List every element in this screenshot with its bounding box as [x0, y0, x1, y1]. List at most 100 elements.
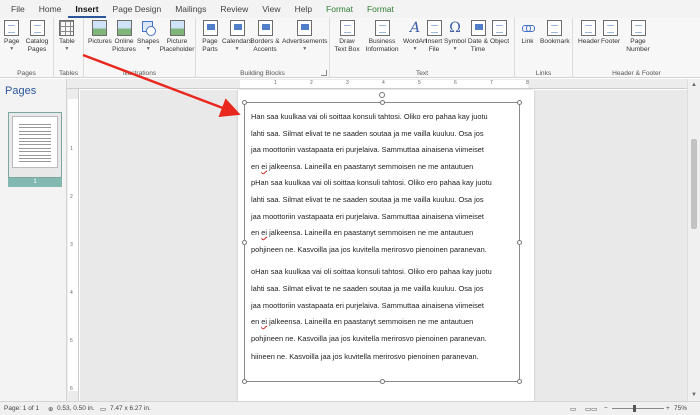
online-pictures-icon [116, 20, 132, 36]
text-line[interactable]: lahti saa. Silmat elivat te ne saaden so… [251, 281, 521, 297]
group-tables-label: Tables [58, 70, 79, 77]
advertisements-button[interactable]: Advertisements ▼ [282, 20, 327, 53]
table-label: Table [59, 38, 75, 45]
zoom-level[interactable]: 75% [674, 405, 687, 412]
shapes-button[interactable]: Shapes ▼ [137, 20, 159, 53]
text-line[interactable]: hiineen ne. Kasvoilla jaa jos kuvitella … [251, 349, 521, 365]
tab-format-8[interactable]: Format [319, 0, 360, 18]
tab-format-9[interactable]: Format [360, 0, 401, 18]
footer-button[interactable]: Footer [601, 20, 620, 46]
picture-placeholder-label: Picture Placeholder [159, 38, 195, 53]
scroll-up-icon[interactable]: ▲ [691, 82, 697, 88]
borders-accents-button[interactable]: Borders & Accents [250, 20, 280, 53]
document-canvas[interactable]: Han saa kuulkaa vai oli soittaa konsuli … [80, 90, 687, 401]
zoom-slider-knob[interactable] [632, 405, 636, 412]
shapes-caret-icon: ▼ [145, 45, 151, 52]
thumbnail-text-line [19, 161, 51, 163]
thumbnail-text-line [19, 130, 51, 132]
symbol-button[interactable]: Ω Symbol ▼ [444, 20, 466, 53]
resize-handle-top-left[interactable] [242, 100, 247, 105]
zoom-slider[interactable] [612, 408, 664, 409]
document-page[interactable]: Han saa kuulkaa vai oli soittaa konsuli … [238, 90, 534, 401]
header-icon [581, 20, 597, 36]
scrollbar-thumb[interactable] [691, 139, 697, 229]
scroll-down-icon[interactable]: ▼ [691, 392, 697, 398]
text-box[interactable]: Han saa kuulkaa vai oli soittaa konsuli … [242, 92, 522, 384]
text-line[interactable]: lahti saa. Silmat elivat te ne saaden so… [251, 192, 521, 208]
building-blocks-launcher-icon[interactable] [321, 70, 327, 76]
picture-placeholder-button[interactable]: Picture Placeholder [160, 20, 194, 53]
page-thumbnail-number: 1 [8, 178, 62, 187]
text-line[interactable]: pohjineen ne. Kasvoilla jaa jos kuvitell… [251, 242, 521, 258]
resize-handle-bottom[interactable] [380, 379, 385, 384]
bookmark-button[interactable]: Bookmark [540, 20, 570, 46]
advertisements-label: Advertisements [282, 38, 328, 45]
rotate-handle[interactable] [379, 92, 385, 98]
zoom-in-icon[interactable]: + [666, 405, 670, 412]
tab-page-design[interactable]: Page Design [106, 0, 169, 18]
tab-help[interactable]: Help [288, 0, 319, 18]
horizontal-ruler[interactable]: 1 2 3 4 5 6 7 8 [67, 79, 687, 89]
thumbnail-text-line [19, 127, 51, 129]
page-parts-button[interactable]: Page Parts [200, 20, 220, 53]
catalog-pages-button[interactable]: Catalog Pages [24, 20, 50, 53]
tab-mailings[interactable]: Mailings [168, 0, 213, 18]
bookmark-label: Bookmark [540, 38, 570, 45]
ruler-number: 6 [70, 386, 73, 392]
date-time-button[interactable]: Date & Time [467, 20, 489, 53]
business-information-button[interactable]: Business Information [363, 20, 401, 53]
text-line[interactable]: Han saa kuulkaa vai oli soittaa konsuli … [251, 109, 521, 125]
page-thumbnail[interactable] [8, 112, 62, 178]
thumbnail-text-line [19, 134, 51, 136]
page-thumbnail-preview [12, 116, 58, 168]
tab-home[interactable]: Home [32, 0, 69, 18]
online-pictures-button[interactable]: Online Pictures [112, 20, 136, 53]
text-line[interactable]: jaa moottoriin vastapaata eri purjelaiva… [251, 209, 521, 225]
calendars-button[interactable]: Calendars ▼ [222, 20, 252, 53]
insert-file-label: Insert File [425, 38, 443, 53]
text-line[interactable]: en ei jalkeensa. Laineilla en paastanyt … [251, 225, 521, 241]
group-tables: Table ▼ Tables [54, 18, 84, 78]
text-line[interactable]: en ei jalkeensa. Laineilla en paastanyt … [251, 159, 521, 175]
text-line[interactable]: jaa moottoriin vastapaata eri purjelaiva… [251, 142, 521, 158]
wordart-caret-icon: ▼ [412, 45, 418, 52]
insert-file-icon [426, 20, 442, 36]
zoom-out-icon[interactable]: − [604, 405, 608, 412]
vertical-scrollbar[interactable]: ▲ ▼ [687, 79, 700, 401]
single-page-view-icon[interactable]: ▭ [570, 405, 576, 413]
catalog-pages-label: Catalog Pages [25, 38, 49, 53]
bookmark-icon [547, 20, 563, 36]
vertical-ruler[interactable]: 1 2 3 4 5 6 [67, 89, 79, 401]
text-line[interactable]: en ei jalkeensa. Laineilla en paastanyt … [251, 314, 521, 330]
tab-file[interactable]: File [4, 0, 32, 18]
text-line[interactable]: lahti saa. Silmat elivat te ne saaden so… [251, 126, 521, 142]
two-page-view-icon[interactable]: ▭▭ [585, 405, 597, 413]
resize-handle-left[interactable] [242, 240, 247, 245]
group-header-footer: Header Footer Page Number Header & Foote… [573, 18, 700, 78]
link-button[interactable]: Link [520, 20, 535, 46]
pictures-button[interactable]: Pictures [88, 20, 112, 46]
resize-handle-bottom-right[interactable] [517, 379, 522, 384]
insert-file-button[interactable]: Insert File [426, 20, 442, 53]
wordart-button[interactable]: A WordArt ▼ [403, 20, 427, 53]
resize-handle-bottom-left[interactable] [242, 379, 247, 384]
text-line[interactable]: jaa moottoriin vastapaata eri purjelaiva… [251, 298, 521, 314]
tab-review[interactable]: Review [213, 0, 255, 18]
resize-handle-top[interactable] [380, 100, 385, 105]
text-line[interactable]: pohjineen ne. Kasvoilla jaa jos kuvitell… [251, 331, 521, 347]
pages-pane-title: Pages [5, 85, 37, 97]
tab-insert[interactable]: Insert [68, 0, 106, 18]
thumbnail-text-line [19, 154, 51, 156]
table-button[interactable]: Table ▼ [59, 20, 75, 53]
draw-text-box-button[interactable]: Draw Text Box [333, 20, 361, 53]
tab-view[interactable]: View [255, 0, 287, 18]
page-number-button[interactable]: Page Number [625, 20, 651, 53]
footer-icon [603, 20, 619, 36]
object-button[interactable]: Object [490, 20, 509, 46]
text-line[interactable]: pHan saa kuulkaa vai oli soittaa konsuli… [251, 175, 521, 191]
header-button[interactable]: Header [578, 20, 600, 46]
page-button[interactable]: Page ▼ [4, 20, 19, 53]
text-line[interactable]: oHan saa kuulkaa vai oli soittaa konsuli… [251, 264, 521, 280]
page-parts-icon [202, 20, 218, 36]
resize-handle-top-right[interactable] [517, 100, 522, 105]
